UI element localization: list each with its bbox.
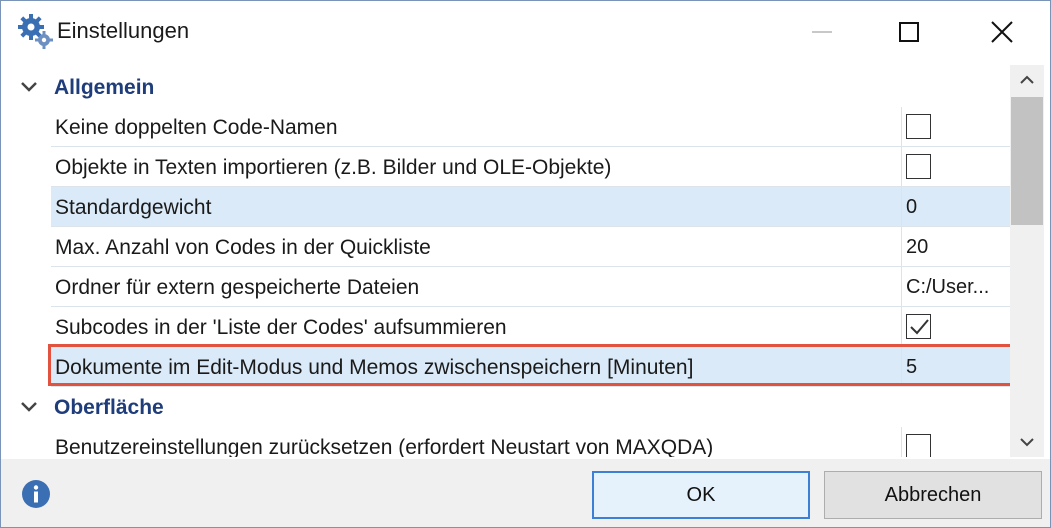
setting-value-cell <box>901 147 1010 187</box>
setting-value: C:/User... <box>906 276 990 298</box>
close-button[interactable] <box>956 1 1048 63</box>
window-title: Einstellungen <box>57 18 190 43</box>
cancel-button[interactable]: Abbrechen <box>824 471 1042 519</box>
setting-value: 20 <box>906 236 929 258</box>
dialog-footer: OK Abbrechen <box>1 459 1050 527</box>
setting-row-keine-doppelten-code-namen[interactable]: Keine doppelten Code-Namen <box>51 107 1010 147</box>
checkmark-icon <box>910 319 929 335</box>
setting-label: Standardgewicht <box>55 196 212 219</box>
section-title: Allgemein <box>54 76 155 99</box>
ok-button[interactable]: OK <box>592 471 810 519</box>
setting-label: Max. Anzahl von Codes in der Quickliste <box>55 236 431 259</box>
maximize-button[interactable] <box>863 1 955 63</box>
setting-value-cell <box>901 427 1010 457</box>
section-title: Oberfläche <box>54 396 164 419</box>
setting-row-benutzereinstellungen-zuruecksetzen[interactable]: Benutzereinstellungen zurücksetzen (erfo… <box>51 427 1010 457</box>
setting-row-max-anzahl-codes[interactable]: Max. Anzahl von Codes in der Quickliste … <box>51 227 1010 267</box>
setting-label: Keine doppelten Code-Namen <box>55 116 338 139</box>
settings-list: Allgemein Keine doppelten Code-Namen Obj… <box>11 65 1010 457</box>
setting-row-objekte-importieren[interactable]: Objekte in Texten importieren (z.B. Bild… <box>51 147 1010 187</box>
section-allgemein[interactable]: Allgemein <box>11 67 1010 107</box>
setting-row-zwischenspeichern[interactable]: Dokumente im Edit-Modus und Memos zwisch… <box>51 347 1010 387</box>
setting-row-standardgewicht[interactable]: Standardgewicht 0 <box>51 187 1010 227</box>
setting-value: 5 <box>906 356 918 378</box>
setting-value-cell[interactable]: C:/User... <box>901 267 1010 307</box>
minimize-icon <box>812 31 832 33</box>
chevron-down-icon <box>1020 438 1034 447</box>
scroll-up-button[interactable] <box>1010 65 1044 95</box>
checkbox[interactable] <box>906 114 931 139</box>
setting-row-ordner-extern[interactable]: Ordner für extern gespeicherte Dateien C… <box>51 267 1010 307</box>
info-icon[interactable] <box>21 479 51 509</box>
settings-dialog: Einstellungen Allgemein Keine doppelten … <box>0 0 1051 528</box>
close-icon <box>991 21 1013 43</box>
chevron-down-icon <box>21 402 37 412</box>
setting-value: 0 <box>906 196 918 218</box>
maximize-icon <box>899 22 919 42</box>
scroll-down-button[interactable] <box>1010 427 1044 457</box>
setting-value-cell <box>901 107 1010 147</box>
setting-label: Objekte in Texten importieren (z.B. Bild… <box>55 156 612 179</box>
setting-label: Subcodes in der 'Liste der Codes' aufsum… <box>55 316 507 339</box>
checkbox-checked[interactable] <box>906 314 931 339</box>
setting-label: Dokumente im Edit-Modus und Memos zwisch… <box>55 356 694 379</box>
title-bar: Einstellungen <box>1 1 1050 63</box>
minimize-button[interactable] <box>776 1 868 63</box>
section-oberflaeche[interactable]: Oberfläche <box>11 387 1010 427</box>
setting-row-subcodes-aufsummieren[interactable]: Subcodes in der 'Liste der Codes' aufsum… <box>51 307 1010 347</box>
chevron-down-icon <box>21 82 37 92</box>
scroll-thumb[interactable] <box>1011 97 1043 225</box>
setting-value-cell <box>901 307 1010 347</box>
setting-value-cell[interactable]: 0 <box>901 187 1010 227</box>
setting-value-cell[interactable]: 20 <box>901 227 1010 267</box>
checkbox[interactable] <box>906 434 931 457</box>
gears-icon <box>18 14 53 49</box>
checkbox[interactable] <box>906 154 931 179</box>
setting-label: Ordner für extern gespeicherte Dateien <box>55 276 420 299</box>
chevron-up-icon <box>1020 75 1034 84</box>
vertical-scrollbar[interactable] <box>1010 65 1044 457</box>
setting-label: Benutzereinstellungen zurücksetzen (erfo… <box>55 436 714 457</box>
setting-value-cell[interactable]: 5 <box>901 347 1010 387</box>
